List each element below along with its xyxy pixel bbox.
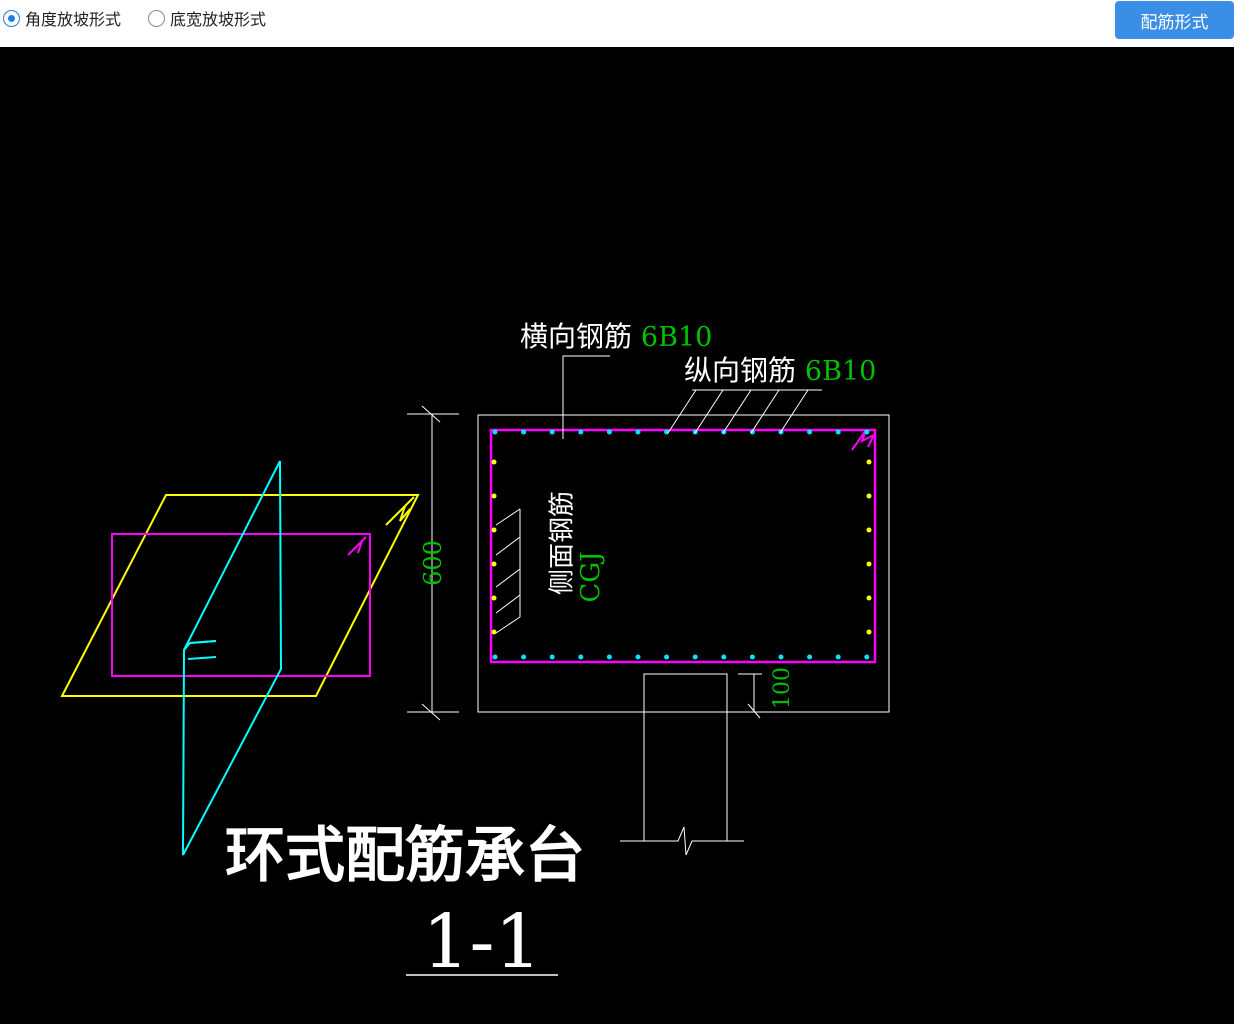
plan-rebar-ring [111,533,371,677]
rebar-dot [807,654,813,660]
rebar-dot [835,429,841,435]
side-rebar-spec: CGJ [576,551,606,602]
rebar-dot [491,459,497,465]
rebar-dot [492,654,498,660]
rebar-dot [664,654,670,660]
rebar-dot [692,654,698,660]
rebar-form-button[interactable]: 配筋形式 [1115,1,1234,39]
section-outline [477,414,890,713]
radio-bottom-width-slope-indicator[interactable] [148,9,165,27]
plan-footing-outline [60,494,420,697]
section-label: 1-1 [422,899,541,985]
radio-bottom-width-slope[interactable]: 底宽放坡形式 [148,7,266,29]
radio-angle-slope-indicator[interactable] [3,9,20,27]
rebar-dot [721,654,727,660]
rebar-dot [864,429,870,435]
transverse-spec-text: 6B10 [641,322,712,353]
rebar-dot [866,459,872,465]
rebar-dot [866,629,872,635]
cover-dim-text: 100 [770,667,795,709]
transverse-rebar-label: 横向钢筋 6B10 [520,320,712,353]
rebar-dot [866,561,872,567]
toolbar: 角度放坡形式 底宽放坡形式 配筋形式 [0,0,1234,47]
radio-bottom-width-slope-label: 底宽放坡形式 [170,10,267,29]
rebar-dot [549,654,555,660]
leaders [495,355,822,634]
rebar-dot [866,527,872,533]
radio-angle-slope-label: 角度放坡形式 [25,10,122,29]
plan-corner-hook-magenta [347,536,367,556]
rebar-dot [578,429,584,435]
rebar-dot [606,654,612,660]
rebar-dot [491,527,497,533]
rebar-dot [835,654,841,660]
longitudinal-rebar-label: 纵向钢筋 6B10 [684,354,876,387]
cad-drawing-canvas[interactable]: 600 横向钢筋 6B10 纵向钢筋 6B10 侧面钢筋 CGJ 100 环式配… [0,47,1234,1024]
height-dim-text: 600 [419,540,447,586]
plan-view [60,460,420,856]
rebar-dot [778,654,784,660]
rebar-dot [866,595,872,601]
side-rebar-label: 侧面钢筋 [548,491,578,595]
rebar-dot [521,429,527,435]
rebar-dot [492,429,498,435]
drawing-title: 环式配筋承台 [225,821,585,891]
rebar-dot [491,595,497,601]
rebar-dot [491,561,497,567]
section-corner-hook [851,429,877,451]
transverse-leader [562,355,610,439]
transverse-label-text: 横向钢筋 [520,320,632,353]
column-stub [643,673,728,841]
cad-drawing: 600 横向钢筋 6B10 纵向钢筋 6B10 侧面钢筋 CGJ 100 环式配… [60,320,890,985]
rebar-dot [521,654,527,660]
rebar-dot [866,493,872,499]
rebar-dot [491,629,497,635]
rebar-dot [491,493,497,499]
rebar-dot [578,654,584,660]
column-break-line [620,826,744,856]
rebar-dot [549,429,555,435]
rebar-dot [635,429,641,435]
rebar-dot [606,429,612,435]
longitudinal-label-text: 纵向钢筋 [684,354,796,387]
rebar-dot [635,654,641,660]
radio-angle-slope[interactable]: 角度放坡形式 [3,7,121,29]
rebar-dot [807,429,813,435]
rebar-dot [749,654,755,660]
longitudinal-spec-text: 6B10 [805,356,876,387]
section-view [477,414,890,856]
rebar-dot [864,654,870,660]
